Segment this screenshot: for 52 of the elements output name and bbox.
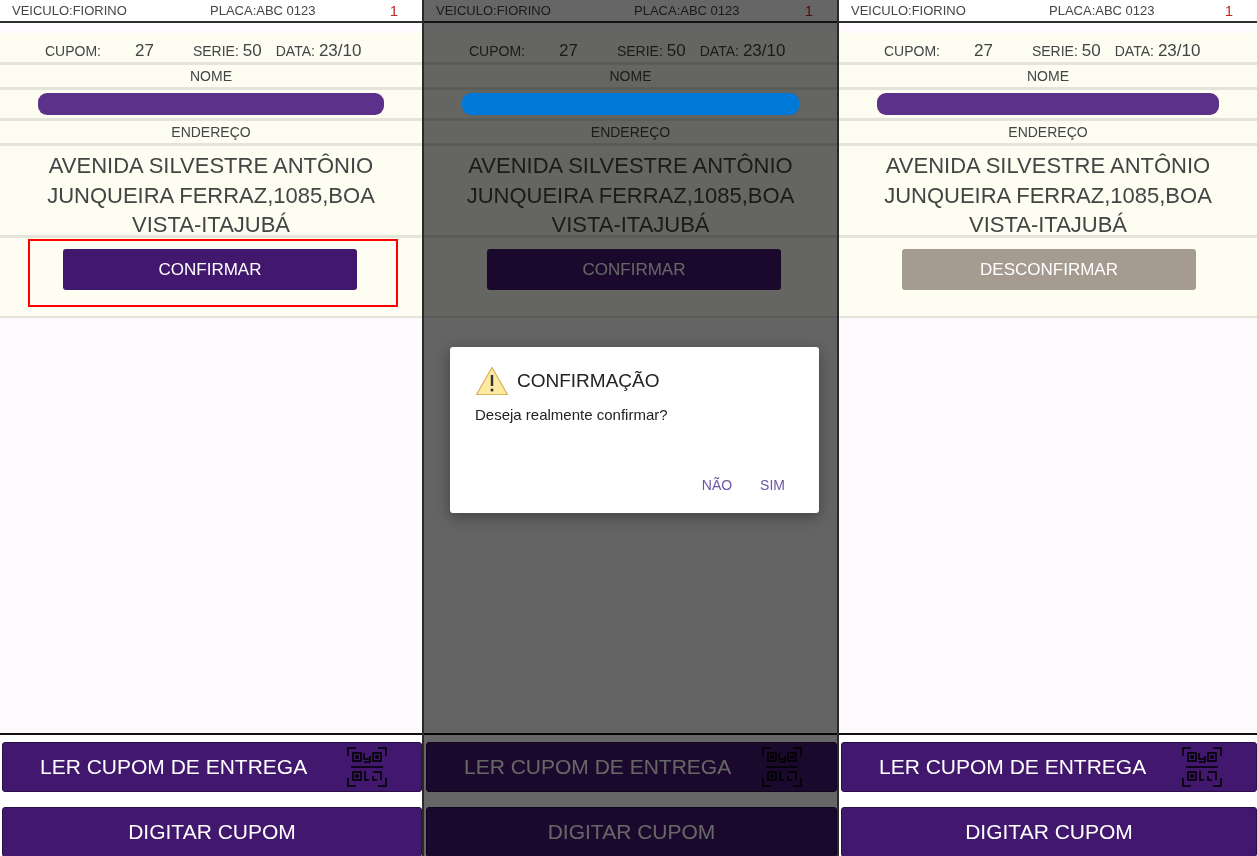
dialog-message: Deseja realmente confirmar?	[475, 406, 668, 423]
name-label: NOME	[609, 68, 652, 84]
scan-coupon-button[interactable]: LER CUPOM DE ENTREGA	[841, 742, 1257, 792]
type-coupon-button[interactable]: DIGITAR CUPOM	[2, 807, 422, 856]
address-label: ENDEREÇO	[1008, 124, 1088, 140]
dialog-button[interactable]: SIM	[748, 471, 797, 499]
address-text: AVENIDA SILVESTRE ANTÔNIO JUNQUEIRA FERRAZ,1085,BOA VISTA-ITAJUBÁ	[465, 152, 796, 235]
qr-code-icon	[347, 747, 387, 787]
action-button[interactable]: CONFIRMAR	[487, 249, 781, 290]
series-value: 50	[666, 41, 686, 61]
date-label: DATA:	[699, 43, 739, 59]
series-label: SERIE:	[1031, 43, 1078, 59]
scan-coupon-button[interactable]: LER CUPOM DE ENTREGA	[426, 742, 837, 792]
address-label: ENDEREÇO	[171, 124, 251, 140]
date-value: 23/10	[1157, 41, 1201, 61]
type-coupon-button[interactable]: DIGITAR CUPOM	[426, 807, 837, 856]
warning-icon	[475, 366, 509, 396]
dialog-title: CONFIRMAÇÃO	[517, 370, 660, 392]
plate-label: PLACA:ABC 0123	[634, 3, 741, 18]
vehicle-label: VEICULO:FIORINO	[851, 3, 967, 18]
name-label: NOME	[1027, 68, 1069, 84]
plate-label: PLACA:ABC 0123	[210, 3, 317, 18]
plate-label: PLACA:ABC 0123	[1049, 3, 1156, 18]
type-coupon-button[interactable]: DIGITAR CUPOM	[841, 807, 1257, 856]
date-label: DATA:	[275, 43, 315, 59]
count-label: 1	[389, 2, 398, 19]
coupon-value: 27	[559, 41, 578, 61]
dialog-button[interactable]: NÃO	[689, 471, 745, 499]
coupon-value: 27	[974, 41, 993, 61]
vehicle-label: VEICULO:FIORINO	[12, 3, 128, 18]
action-button[interactable]: CONFIRMAR	[63, 249, 357, 290]
qr-code-icon	[1182, 747, 1222, 787]
count-label: 1	[1224, 2, 1233, 19]
coupon-value: 27	[135, 41, 154, 61]
name-label: NOME	[190, 68, 232, 84]
coupon-label: CUPOM:	[469, 43, 525, 59]
series-value: 50	[242, 41, 262, 61]
address-text: AVENIDA SILVESTRE ANTÔNIO JUNQUEIRA FERRAZ,1085,BOA VISTA-ITAJUBÁ	[883, 152, 1213, 235]
series-label: SERIE:	[192, 43, 239, 59]
date-label: DATA:	[1114, 43, 1154, 59]
address-text: AVENIDA SILVESTRE ANTÔNIO JUNQUEIRA FERRAZ,1085,BOA VISTA-ITAJUBÁ	[46, 152, 376, 235]
address-label: ENDEREÇO	[590, 124, 671, 140]
scan-coupon-button[interactable]: LER CUPOM DE ENTREGA	[2, 742, 422, 792]
qr-code-icon	[762, 747, 802, 787]
count-label: 1	[804, 2, 813, 19]
coupon-label: CUPOM:	[884, 43, 940, 59]
vehicle-label: VEICULO:FIORINO	[436, 3, 552, 18]
series-value: 50	[1081, 41, 1101, 61]
date-value: 23/10	[742, 41, 786, 61]
date-value: 23/10	[318, 41, 362, 61]
series-label: SERIE:	[616, 43, 663, 59]
coupon-label: CUPOM:	[45, 43, 101, 59]
